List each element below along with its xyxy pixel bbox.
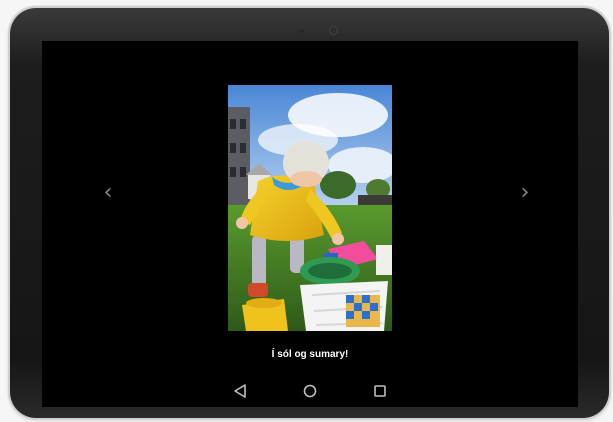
chevron-left-icon[interactable]: ‹	[96, 181, 120, 205]
photo-image	[228, 85, 392, 331]
photo-caption: Í sól og sumary!	[271, 349, 349, 360]
back-triangle-icon[interactable]	[229, 381, 251, 401]
front-camera	[330, 27, 337, 34]
gallery-photo[interactable]	[228, 85, 392, 331]
front-sensor	[300, 29, 304, 33]
home-circle-icon[interactable]	[299, 381, 321, 401]
tablet-device-frame: ‹ › Í sól og sumary!	[10, 8, 609, 418]
android-navigation-bar	[42, 375, 578, 407]
chevron-right-icon[interactable]: ›	[513, 181, 537, 205]
app-screen: ‹ › Í sól og sumary!	[42, 41, 578, 407]
recents-square-icon[interactable]	[369, 381, 391, 401]
